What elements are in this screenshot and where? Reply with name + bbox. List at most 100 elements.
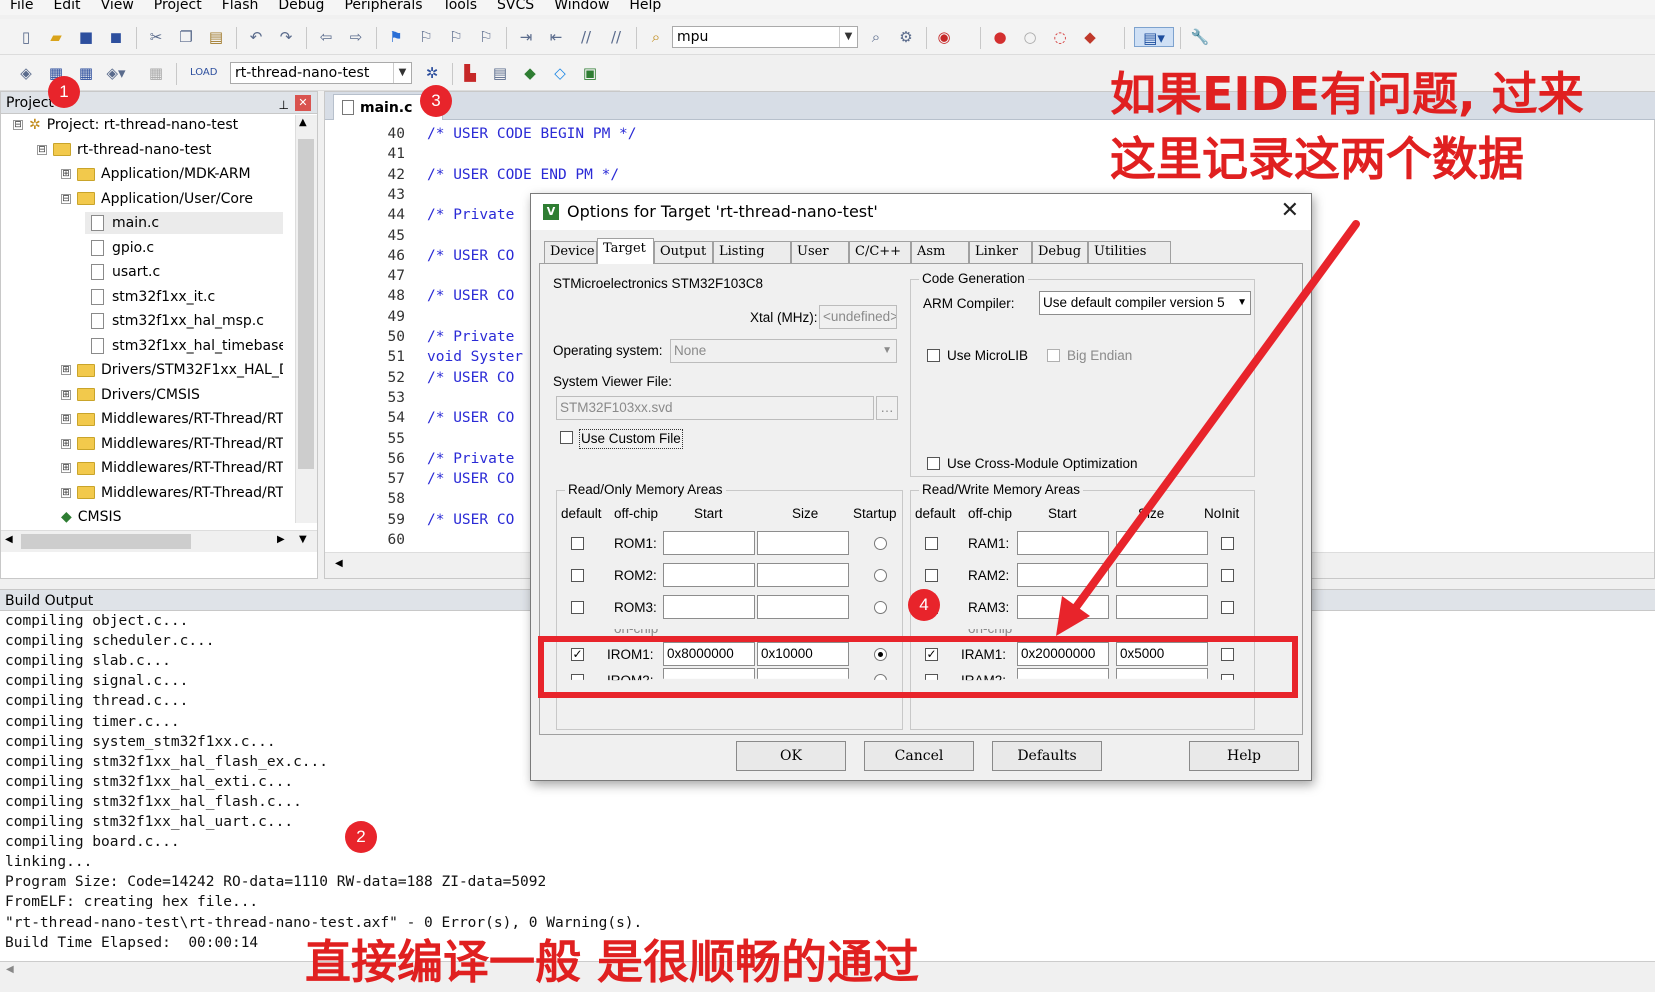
- tree-item[interactable]: ⊟ Application/User/Core: [61, 188, 283, 210]
- xtal-field[interactable]: <undefined>: [819, 305, 897, 329]
- tree-item[interactable]: main.c: [85, 212, 283, 234]
- pin-icon[interactable]: ⊥: [279, 94, 289, 116]
- tree-item[interactable]: ⊞ Drivers/STM32F1xx_HAL_Dri: [61, 359, 283, 381]
- configure-icon[interactable]: 🔧: [1190, 27, 1210, 47]
- ram-noinit-checkbox[interactable]: [1221, 601, 1234, 614]
- select-packs-icon[interactable]: ▤: [490, 63, 510, 83]
- target-select[interactable]: rt-thread-nano-test ▼: [230, 62, 412, 84]
- bookmark-prev-icon[interactable]: ⚐: [416, 27, 436, 47]
- bookmark-icon[interactable]: ⚑: [386, 27, 406, 47]
- tree-item[interactable]: ◆ CMSIS: [61, 506, 283, 528]
- ram-start-field[interactable]: [1017, 595, 1109, 619]
- menu-item-window[interactable]: Window: [544, 0, 619, 12]
- tree-item[interactable]: stm32f1xx_hal_msp.c: [85, 310, 283, 332]
- rom-startup-radio[interactable]: [874, 601, 887, 614]
- ram-size-field[interactable]: [1116, 563, 1208, 587]
- ram-size-field[interactable]: [1116, 595, 1208, 619]
- rom-start-field[interactable]: [663, 595, 755, 619]
- tree-item[interactable]: usart.c: [85, 261, 283, 283]
- dialog-tab-device[interactable]: Device: [544, 241, 597, 263]
- scroll-left-icon[interactable]: ◀: [335, 558, 343, 569]
- dialog-tab-linker[interactable]: Linker: [969, 241, 1032, 263]
- load-icon[interactable]: LOAD: [190, 63, 217, 83]
- expand-toggle-icon[interactable]: ⊞: [61, 365, 71, 375]
- expand-toggle-icon[interactable]: ⊟: [61, 193, 71, 204]
- scroll-right-icon[interactable]: ▶: [277, 534, 285, 545]
- rom-size-field[interactable]: [757, 531, 849, 555]
- rom-startup-radio[interactable]: [874, 537, 887, 550]
- expand-toggle-icon[interactable]: ⊞: [61, 389, 71, 400]
- tree-item[interactable]: gpio.c: [85, 237, 283, 259]
- menu-item-peripherals[interactable]: Peripherals: [334, 0, 432, 12]
- menu-item-file[interactable]: File: [0, 0, 43, 12]
- tree-item[interactable]: ⊞ Middlewares/RT-Thread/RTO: [61, 482, 283, 504]
- indent-icon[interactable]: ⇥: [516, 27, 536, 47]
- tree-item[interactable]: ⊞ Middlewares/RT-Thread/RTO: [61, 408, 283, 430]
- expand-toggle-icon[interactable]: ⊞: [61, 414, 71, 424]
- rom-size-field[interactable]: [757, 563, 849, 587]
- menu-item-tools[interactable]: Tools: [433, 0, 488, 12]
- save-icon[interactable]: ■: [76, 27, 96, 47]
- breakpoint-disable-icon[interactable]: ○: [1020, 27, 1040, 47]
- menu-item-flash[interactable]: Flash: [212, 0, 269, 12]
- use-custom-file-checkbox[interactable]: [560, 431, 573, 444]
- close-icon[interactable]: ✕: [295, 95, 311, 111]
- tree-item[interactable]: ⊞ Middlewares/RT-Thread/RTO: [61, 457, 283, 479]
- rom-start-field[interactable]: [663, 563, 755, 587]
- open-folder-icon[interactable]: ▰: [46, 27, 66, 47]
- rom-size-field[interactable]: [757, 595, 849, 619]
- menu-item-project[interactable]: Project: [144, 0, 212, 12]
- tree-scrollbar[interactable]: ▲: [295, 115, 317, 523]
- rebuild-icon[interactable]: ▦: [76, 63, 96, 83]
- menu-item-svcs[interactable]: SVCS: [487, 0, 544, 12]
- menu-item-edit[interactable]: Edit: [43, 0, 90, 12]
- tree-item[interactable]: ⊟ ✲ Project: rt-thread-nano-test: [13, 114, 283, 136]
- incremental-find-icon[interactable]: ⚙: [896, 27, 916, 47]
- rom-default-checkbox[interactable]: [571, 537, 584, 550]
- eventrecorder-icon[interactable]: ▣: [580, 63, 600, 83]
- use-microlib-checkbox[interactable]: [927, 349, 940, 362]
- expand-toggle-icon[interactable]: ⊞: [61, 487, 71, 498]
- tree-item[interactable]: ⊞ Drivers/CMSIS: [61, 384, 283, 406]
- translate-icon[interactable]: ◈: [16, 63, 36, 83]
- breakpoint-kill-icon[interactable]: ◌: [1050, 27, 1070, 47]
- window-layout-icon[interactable]: ▤▾: [1134, 27, 1174, 47]
- dialog-tab-utilities[interactable]: Utilities: [1088, 241, 1171, 263]
- dialog-tab-target[interactable]: Target: [597, 238, 654, 264]
- scroll-up-icon[interactable]: ▲: [299, 117, 307, 128]
- menu-item-help[interactable]: Help: [619, 0, 671, 12]
- dialog-tab-debug[interactable]: Debug: [1032, 241, 1088, 263]
- expand-toggle-icon[interactable]: ⊞: [61, 169, 71, 179]
- dialog-tab-output[interactable]: Output: [654, 241, 713, 263]
- ram-start-field[interactable]: [1017, 563, 1109, 587]
- find-in-files-icon[interactable]: ⌕: [646, 27, 666, 47]
- tree-hscrollbar[interactable]: ◀ ▶ ▼: [1, 530, 317, 552]
- dialog-tab-listing[interactable]: Listing: [713, 241, 791, 263]
- find-combo[interactable]: mpu ▼: [672, 26, 858, 48]
- copy-icon[interactable]: ❐: [176, 27, 196, 47]
- help-button[interactable]: Help: [1189, 741, 1299, 771]
- comment-icon[interactable]: //: [576, 27, 596, 47]
- batch-build-icon[interactable]: ◈▾: [106, 63, 126, 83]
- tree-item[interactable]: stm32f1xx_hal_timebase: [85, 335, 283, 357]
- unindent-icon[interactable]: ⇤: [546, 27, 566, 47]
- nav-back-icon[interactable]: ⇦: [316, 27, 336, 47]
- bookmark-clear-icon[interactable]: ⚐: [476, 27, 496, 47]
- rom-default-checkbox[interactable]: [571, 601, 584, 614]
- ram-default-checkbox[interactable]: [925, 569, 938, 582]
- ram-start-field[interactable]: [1017, 531, 1109, 555]
- close-icon[interactable]: ✕: [1281, 194, 1299, 228]
- expand-toggle-icon[interactable]: ⊟: [13, 120, 23, 130]
- menu-item-view[interactable]: View: [91, 0, 144, 12]
- expand-toggle-icon[interactable]: ⊟: [37, 144, 47, 155]
- expand-toggle-icon[interactable]: ⊞: [61, 438, 71, 449]
- bookmark-next-icon[interactable]: ⚐: [446, 27, 466, 47]
- scroll-down-icon[interactable]: ▼: [299, 534, 307, 545]
- ram-noinit-checkbox[interactable]: [1221, 537, 1234, 550]
- cut-icon[interactable]: ✂: [146, 27, 166, 47]
- dialog-tab-asm[interactable]: Asm: [911, 241, 969, 263]
- target-options-icon[interactable]: ✲: [422, 63, 442, 83]
- undo-icon[interactable]: ↶: [246, 27, 266, 47]
- paste-icon[interactable]: ▤: [206, 27, 226, 47]
- manage-project-items-icon[interactable]: ▙: [460, 63, 480, 83]
